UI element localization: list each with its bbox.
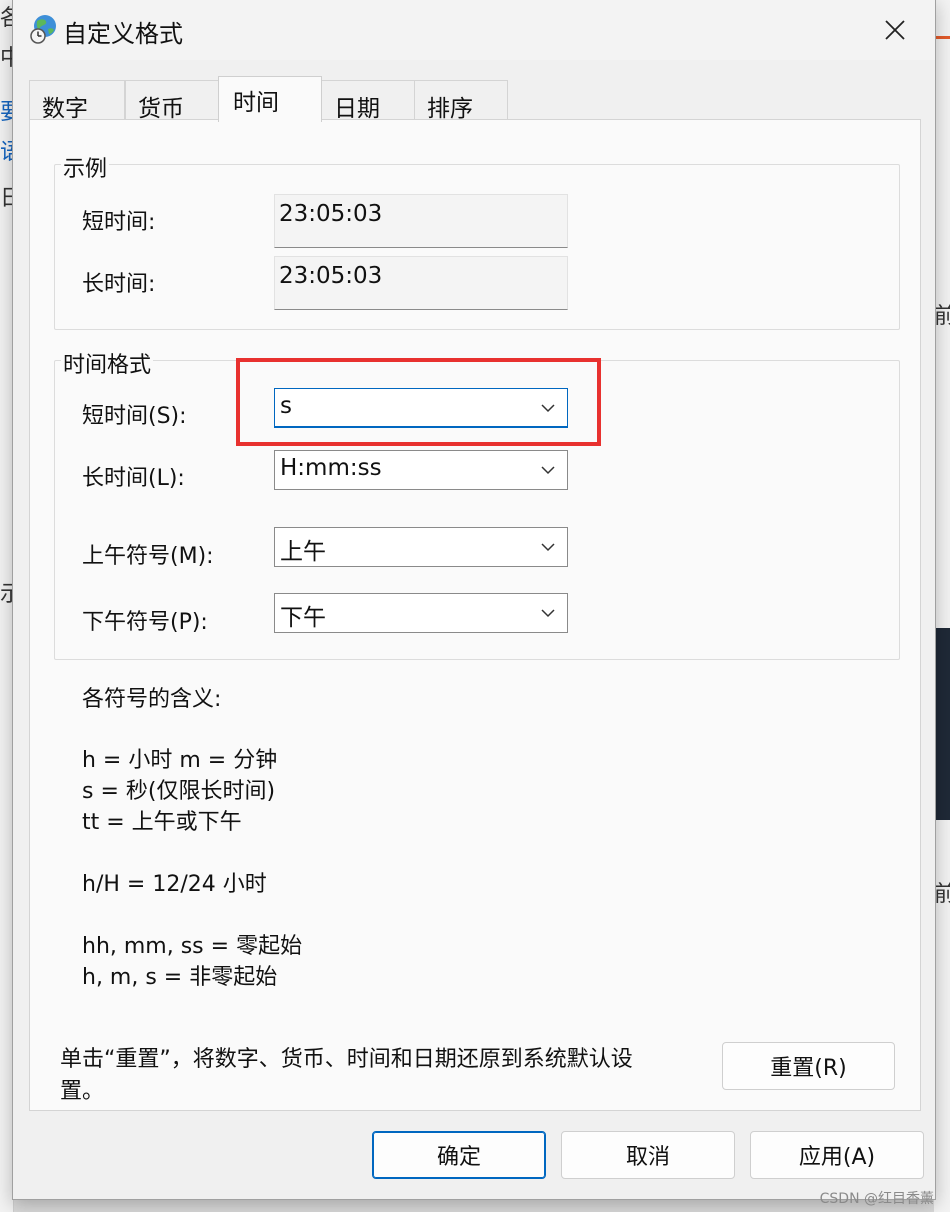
am-symbol-label: 上午符号(M):: [82, 544, 214, 569]
close-icon: [885, 20, 905, 40]
short-time-label: 短时间(S):: [82, 404, 187, 429]
legend-line: tt = 上午或下午: [82, 810, 242, 835]
chevron-down-icon: [541, 609, 555, 618]
tab-sort[interactable]: 排序: [414, 80, 508, 122]
chevron-down-icon: [541, 543, 555, 552]
background-text: 前: [934, 304, 950, 329]
example-short-value: 23:05:03: [274, 194, 568, 248]
tab-label: 时间: [233, 90, 279, 116]
title-bar[interactable]: 自定义格式: [13, 0, 935, 60]
ok-button-label: 确定: [436, 1145, 481, 1170]
pm-symbol-label: 下午符号(P):: [82, 610, 208, 635]
legend-line: h, m, s = 非零起始: [82, 965, 278, 990]
cancel-button-label: 取消: [625, 1145, 670, 1170]
tab-time[interactable]: 时间: [218, 76, 322, 122]
legend-heading: 各符号的含义:: [82, 687, 222, 712]
reset-description-line2: 置。: [60, 1079, 105, 1104]
ok-button[interactable]: 确定: [372, 1131, 546, 1179]
legend-line: s = 秒(仅限长时间): [82, 779, 276, 804]
chevron-down-icon: [541, 404, 555, 413]
apply-button[interactable]: 应用(A): [750, 1131, 924, 1179]
tab-currency[interactable]: 货币: [125, 80, 219, 122]
background-text: 前: [934, 882, 950, 907]
long-time-combobox[interactable]: H:mm:ss: [274, 450, 568, 490]
globe-clock-icon: [29, 12, 59, 46]
legend-line: h = 小时 m = 分钟: [82, 748, 278, 773]
window-title: 自定义格式: [63, 20, 183, 48]
time-format-group-title: 时间格式: [61, 347, 154, 379]
legend-line: hh, mm, ss = 零起始: [82, 934, 303, 959]
pm-symbol-combobox[interactable]: 下午: [274, 593, 568, 633]
close-button[interactable]: [873, 10, 917, 50]
tab-number[interactable]: 数字: [29, 80, 125, 122]
long-time-label: 长时间(L):: [82, 466, 185, 491]
reset-button-label: 重置(R): [770, 1056, 847, 1081]
short-time-combobox[interactable]: s: [274, 388, 568, 428]
reset-button[interactable]: 重置(R): [722, 1042, 895, 1090]
chevron-down-icon: [541, 466, 555, 475]
time-tab-panel: 示例 短时间: 23:05:03 长时间: 23:05:03 时间格式 短时间(…: [29, 119, 921, 1111]
legend-line: h/H = 12/24 小时: [82, 872, 267, 897]
example-long-label: 长时间:: [82, 272, 156, 297]
background-window-right: 前 前: [934, 0, 950, 1212]
cancel-button[interactable]: 取消: [561, 1131, 735, 1179]
reset-description-line1: 单击“重置”，将数字、货币、时间和日期还原到系统默认设: [60, 1047, 633, 1072]
example-group-title: 示例: [61, 151, 110, 183]
background-dark-panel: [934, 628, 950, 820]
watermark: CSDN @红目香薰: [819, 1191, 934, 1207]
am-symbol-combobox[interactable]: 上午: [274, 527, 568, 567]
example-long-value: 23:05:03: [274, 256, 568, 310]
example-short-label: 短时间:: [82, 210, 156, 235]
long-time-value: H:mm:ss: [280, 455, 382, 481]
custom-format-dialog: 自定义格式 数字 货币 时间 日期 排序 示例 短时间: 23:05:03 长时…: [12, 0, 936, 1200]
tab-date[interactable]: 日期: [321, 80, 415, 122]
pm-symbol-value: 下午: [280, 605, 326, 631]
apply-button-label: 应用(A): [798, 1145, 876, 1170]
short-time-value: s: [280, 393, 292, 419]
background-accent-bar: [934, 36, 950, 39]
am-symbol-value: 上午: [280, 539, 326, 565]
